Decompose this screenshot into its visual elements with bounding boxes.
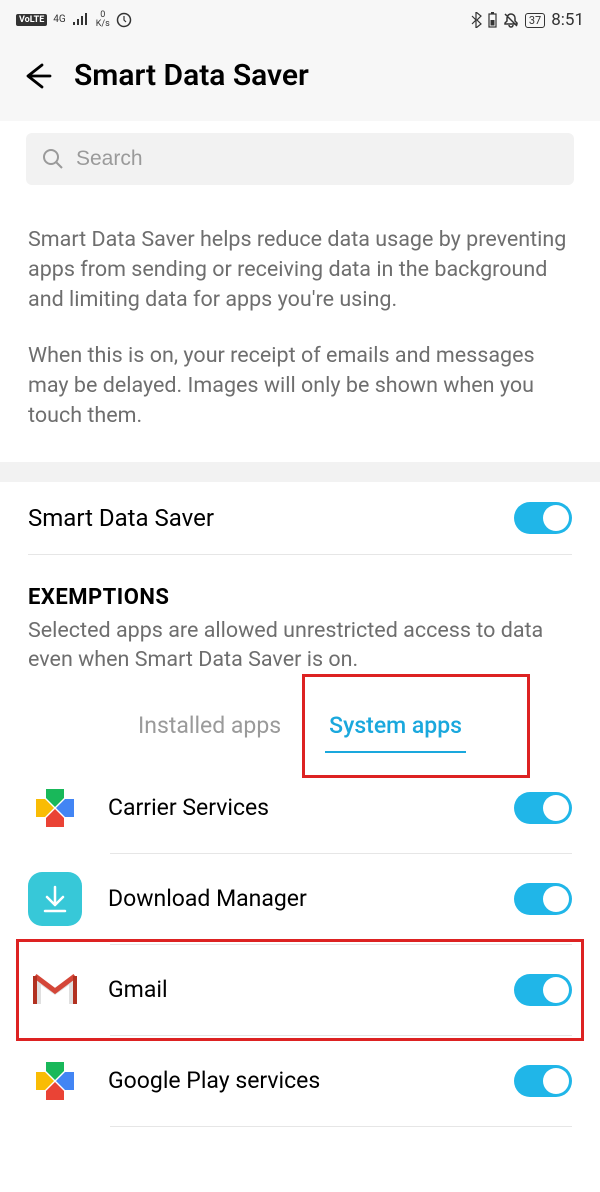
app-toggle[interactable] [514, 974, 572, 1006]
dnd-icon [503, 12, 519, 28]
app-row-download-manager[interactable]: Download Manager [28, 854, 572, 944]
download-manager-icon [28, 872, 82, 926]
status-bar: VoLTE 4G 0 K/s 37 8:51 [0, 0, 600, 40]
battery-icon-small [488, 12, 497, 28]
smart-data-saver-toggle[interactable] [514, 502, 572, 534]
smart-data-saver-row[interactable]: Smart Data Saver [0, 482, 600, 554]
app-name-label: Download Manager [108, 885, 488, 912]
app-name-label: Carrier Services [108, 794, 488, 821]
app-row-gmail[interactable]: Gmail [28, 945, 572, 1035]
app-name-label: Gmail [108, 976, 488, 1003]
exemptions-section: EXEMPTIONS Selected apps are allowed unr… [0, 555, 600, 674]
description: Smart Data Saver helps reduce data usage… [0, 185, 600, 462]
clock: 8:51 [551, 10, 584, 30]
exemptions-subtitle: Selected apps are allowed unrestricted a… [28, 616, 572, 674]
search-input[interactable] [76, 147, 558, 171]
app-list: Carrier Services Download Manager [0, 763, 600, 1127]
app-name-label: Google Play services [108, 1067, 488, 1094]
signal-icon [72, 13, 90, 27]
page-title: Smart Data Saver [74, 58, 309, 93]
app-toggle[interactable] [514, 792, 572, 824]
toggle-label: Smart Data Saver [28, 504, 214, 532]
gmail-icon [28, 963, 82, 1017]
tab-system-apps[interactable]: System apps [325, 704, 466, 753]
back-icon[interactable] [20, 59, 54, 93]
data-speed: 0 K/s [96, 11, 110, 29]
tabs: Installed apps System apps [0, 674, 600, 763]
network-type: 4G [53, 15, 65, 25]
app-row-google-play-services[interactable]: Google Play services [28, 1036, 572, 1126]
tab-installed-apps[interactable]: Installed apps [134, 704, 285, 753]
app-toggle[interactable] [514, 883, 572, 915]
search-box[interactable] [26, 133, 574, 185]
exemptions-title: EXEMPTIONS [28, 585, 572, 610]
app-row-carrier-services[interactable]: Carrier Services [28, 763, 572, 853]
section-divider [0, 462, 600, 482]
google-play-services-icon [28, 1054, 82, 1108]
carrier-services-icon [28, 781, 82, 835]
data-saver-icon [116, 12, 132, 28]
volte-badge: VoLTE [16, 14, 47, 26]
app-toggle[interactable] [514, 1065, 572, 1097]
app-header: Smart Data Saver [0, 40, 600, 121]
battery-percent: 37 [525, 13, 545, 28]
search-icon [42, 148, 64, 170]
bluetooth-icon [471, 12, 482, 28]
